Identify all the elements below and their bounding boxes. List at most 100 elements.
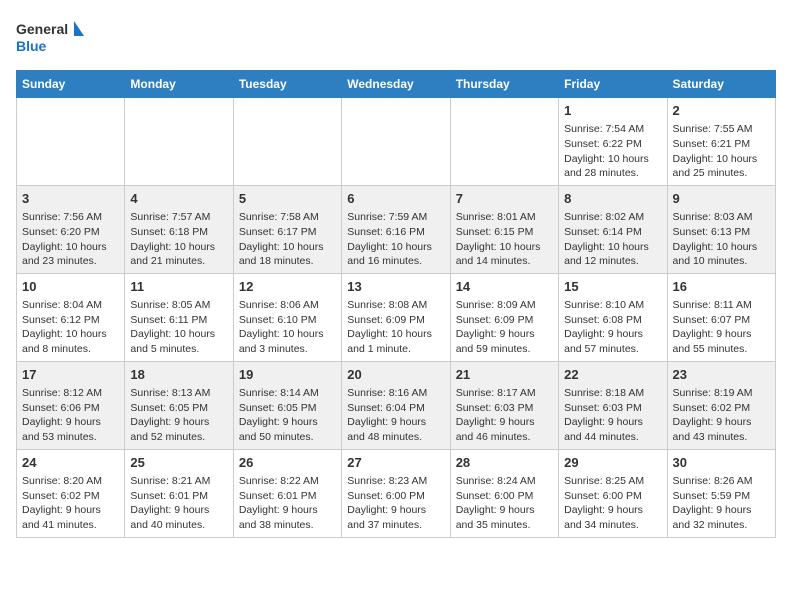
- calendar-cell: 21 Sunrise: 8:17 AM Sunset: 6:03 PM Dayli…: [450, 361, 558, 449]
- day-number: 4: [130, 190, 227, 208]
- day-number: 20: [347, 366, 444, 384]
- cell-info: Sunrise: 8:17 AM Sunset: 6:03 PM Dayligh…: [456, 386, 553, 445]
- cell-info: Sunrise: 8:08 AM Sunset: 6:09 PM Dayligh…: [347, 298, 444, 357]
- cell-info: Sunrise: 8:19 AM Sunset: 6:02 PM Dayligh…: [673, 386, 770, 445]
- calendar-cell: 2Sunrise: 7:55 AM Sunset: 6:21 PM Daylig…: [667, 98, 775, 186]
- calendar-cell: 4 Sunrise: 7:57 AM Sunset: 6:18 PM Daylig…: [125, 185, 233, 273]
- calendar-cell: 18 Sunrise: 8:13 AM Sunset: 6:05 PM Dayli…: [125, 361, 233, 449]
- calendar-week-row: 3Sunrise: 7:56 AM Sunset: 6:20 PM Daylig…: [17, 185, 776, 273]
- calendar-cell: 10Sunrise: 8:04 AM Sunset: 6:12 PM Dayli…: [17, 273, 125, 361]
- day-number: 28: [456, 454, 553, 472]
- calendar-week-row: 10Sunrise: 8:04 AM Sunset: 6:12 PM Dayli…: [17, 273, 776, 361]
- logo-svg: GeneralBlue: [16, 16, 86, 58]
- calendar-cell: [342, 98, 450, 186]
- cell-info: Sunrise: 8:23 AM Sunset: 6:00 PM Dayligh…: [347, 474, 444, 533]
- day-number: 14: [456, 278, 553, 296]
- day-number: 24: [22, 454, 119, 472]
- calendar-cell: 23 Sunrise: 8:19 AM Sunset: 6:02 PM Dayli…: [667, 361, 775, 449]
- day-number: 25: [130, 454, 227, 472]
- cell-info: Sunrise: 7:59 AM Sunset: 6:16 PM Dayligh…: [347, 210, 444, 269]
- day-number: 21: [456, 366, 553, 384]
- weekday-header-sunday: Sunday: [17, 71, 125, 98]
- cell-info: Sunrise: 8:02 AM Sunset: 6:14 PM Dayligh…: [564, 210, 661, 269]
- day-number: 10: [22, 278, 119, 296]
- calendar-cell: [233, 98, 341, 186]
- day-number: 27: [347, 454, 444, 472]
- day-number: 29: [564, 454, 661, 472]
- calendar-cell: [125, 98, 233, 186]
- calendar-cell: 17 Sunrise: 8:12 AM Sunset: 6:06 PM Dayli…: [17, 361, 125, 449]
- cell-info: Sunrise: 8:12 AM Sunset: 6:06 PM Dayligh…: [22, 386, 119, 445]
- cell-info: Sunrise: 8:13 AM Sunset: 6:05 PM Dayligh…: [130, 386, 227, 445]
- cell-info: Sunrise: 8:24 AM Sunset: 6:00 PM Dayligh…: [456, 474, 553, 533]
- day-number: 23: [673, 366, 770, 384]
- calendar-cell: 15Sunrise: 8:10 AM Sunset: 6:08 PM Dayli…: [559, 273, 667, 361]
- cell-info: Sunrise: 8:22 AM Sunset: 6:01 PM Dayligh…: [239, 474, 336, 533]
- calendar-cell: [450, 98, 558, 186]
- day-number: 16: [673, 278, 770, 296]
- calendar-cell: 14 Sunrise: 8:09 AM Sunset: 6:09 PM Dayli…: [450, 273, 558, 361]
- weekday-header-tuesday: Tuesday: [233, 71, 341, 98]
- day-number: 12: [239, 278, 336, 296]
- calendar-cell: 11 Sunrise: 8:05 AM Sunset: 6:11 PM Dayli…: [125, 273, 233, 361]
- day-number: 26: [239, 454, 336, 472]
- calendar-cell: 29 Sunrise: 8:25 AM Sunset: 6:00 PM Dayli…: [559, 449, 667, 537]
- calendar-cell: 5 Sunrise: 7:58 AM Sunset: 6:17 PM Daylig…: [233, 185, 341, 273]
- calendar-week-row: 17 Sunrise: 8:12 AM Sunset: 6:06 PM Dayli…: [17, 361, 776, 449]
- cell-info: Sunrise: 8:11 AM Sunset: 6:07 PM Dayligh…: [673, 298, 770, 357]
- calendar-cell: 20 Sunrise: 8:16 AM Sunset: 6:04 PM Dayli…: [342, 361, 450, 449]
- cell-info: Sunrise: 7:54 AM Sunset: 6:22 PM Dayligh…: [564, 122, 661, 181]
- cell-info: Sunrise: 8:16 AM Sunset: 6:04 PM Dayligh…: [347, 386, 444, 445]
- cell-info: Sunrise: 8:20 AM Sunset: 6:02 PM Dayligh…: [22, 474, 119, 533]
- calendar-cell: 28 Sunrise: 8:24 AM Sunset: 6:00 PM Dayli…: [450, 449, 558, 537]
- calendar-cell: 26 Sunrise: 8:22 AM Sunset: 6:01 PM Dayli…: [233, 449, 341, 537]
- weekday-header-saturday: Saturday: [667, 71, 775, 98]
- weekday-header-monday: Monday: [125, 71, 233, 98]
- calendar-cell: 3Sunrise: 7:56 AM Sunset: 6:20 PM Daylig…: [17, 185, 125, 273]
- day-number: 18: [130, 366, 227, 384]
- calendar-cell: 24 Sunrise: 8:20 AM Sunset: 6:02 PM Dayli…: [17, 449, 125, 537]
- cell-info: Sunrise: 8:09 AM Sunset: 6:09 PM Dayligh…: [456, 298, 553, 357]
- cell-info: Sunrise: 8:18 AM Sunset: 6:03 PM Dayligh…: [564, 386, 661, 445]
- day-number: 17: [22, 366, 119, 384]
- weekday-header-thursday: Thursday: [450, 71, 558, 98]
- day-number: 22: [564, 366, 661, 384]
- day-number: 1: [564, 102, 661, 120]
- day-number: 15: [564, 278, 661, 296]
- calendar-cell: 22 Sunrise: 8:18 AM Sunset: 6:03 PM Dayli…: [559, 361, 667, 449]
- cell-info: Sunrise: 8:01 AM Sunset: 6:15 PM Dayligh…: [456, 210, 553, 269]
- calendar-cell: 13 Sunrise: 8:08 AM Sunset: 6:09 PM Dayli…: [342, 273, 450, 361]
- calendar-cell: 30 Sunrise: 8:26 AM Sunset: 5:59 PM Dayli…: [667, 449, 775, 537]
- day-number: 9: [673, 190, 770, 208]
- calendar-cell: 19 Sunrise: 8:14 AM Sunset: 6:05 PM Dayli…: [233, 361, 341, 449]
- cell-info: Sunrise: 8:25 AM Sunset: 6:00 PM Dayligh…: [564, 474, 661, 533]
- calendar-cell: 1 Sunrise: 7:54 AM Sunset: 6:22 PM Daylig…: [559, 98, 667, 186]
- weekday-header-wednesday: Wednesday: [342, 71, 450, 98]
- calendar-week-row: 1 Sunrise: 7:54 AM Sunset: 6:22 PM Daylig…: [17, 98, 776, 186]
- cell-info: Sunrise: 8:14 AM Sunset: 6:05 PM Dayligh…: [239, 386, 336, 445]
- calendar-cell: 25 Sunrise: 8:21 AM Sunset: 6:01 PM Dayli…: [125, 449, 233, 537]
- day-number: 19: [239, 366, 336, 384]
- cell-info: Sunrise: 8:05 AM Sunset: 6:11 PM Dayligh…: [130, 298, 227, 357]
- calendar-cell: 7 Sunrise: 8:01 AM Sunset: 6:15 PM Daylig…: [450, 185, 558, 273]
- day-number: 13: [347, 278, 444, 296]
- day-number: 8: [564, 190, 661, 208]
- cell-info: Sunrise: 8:06 AM Sunset: 6:10 PM Dayligh…: [239, 298, 336, 357]
- cell-info: Sunrise: 7:57 AM Sunset: 6:18 PM Dayligh…: [130, 210, 227, 269]
- svg-text:Blue: Blue: [16, 38, 47, 54]
- day-number: 11: [130, 278, 227, 296]
- cell-info: Sunrise: 7:58 AM Sunset: 6:17 PM Dayligh…: [239, 210, 336, 269]
- calendar-cell: 27 Sunrise: 8:23 AM Sunset: 6:00 PM Dayli…: [342, 449, 450, 537]
- day-number: 2: [673, 102, 770, 120]
- cell-info: Sunrise: 8:26 AM Sunset: 5:59 PM Dayligh…: [673, 474, 770, 533]
- day-number: 5: [239, 190, 336, 208]
- svg-text:General: General: [16, 21, 68, 37]
- calendar-week-row: 24 Sunrise: 8:20 AM Sunset: 6:02 PM Dayli…: [17, 449, 776, 537]
- calendar-cell: 6Sunrise: 7:59 AM Sunset: 6:16 PM Daylig…: [342, 185, 450, 273]
- cell-info: Sunrise: 7:56 AM Sunset: 6:20 PM Dayligh…: [22, 210, 119, 269]
- day-number: 30: [673, 454, 770, 472]
- weekday-header-row: SundayMondayTuesdayWednesdayThursdayFrid…: [17, 71, 776, 98]
- cell-info: Sunrise: 8:21 AM Sunset: 6:01 PM Dayligh…: [130, 474, 227, 533]
- calendar-cell: 8 Sunrise: 8:02 AM Sunset: 6:14 PM Daylig…: [559, 185, 667, 273]
- day-number: 7: [456, 190, 553, 208]
